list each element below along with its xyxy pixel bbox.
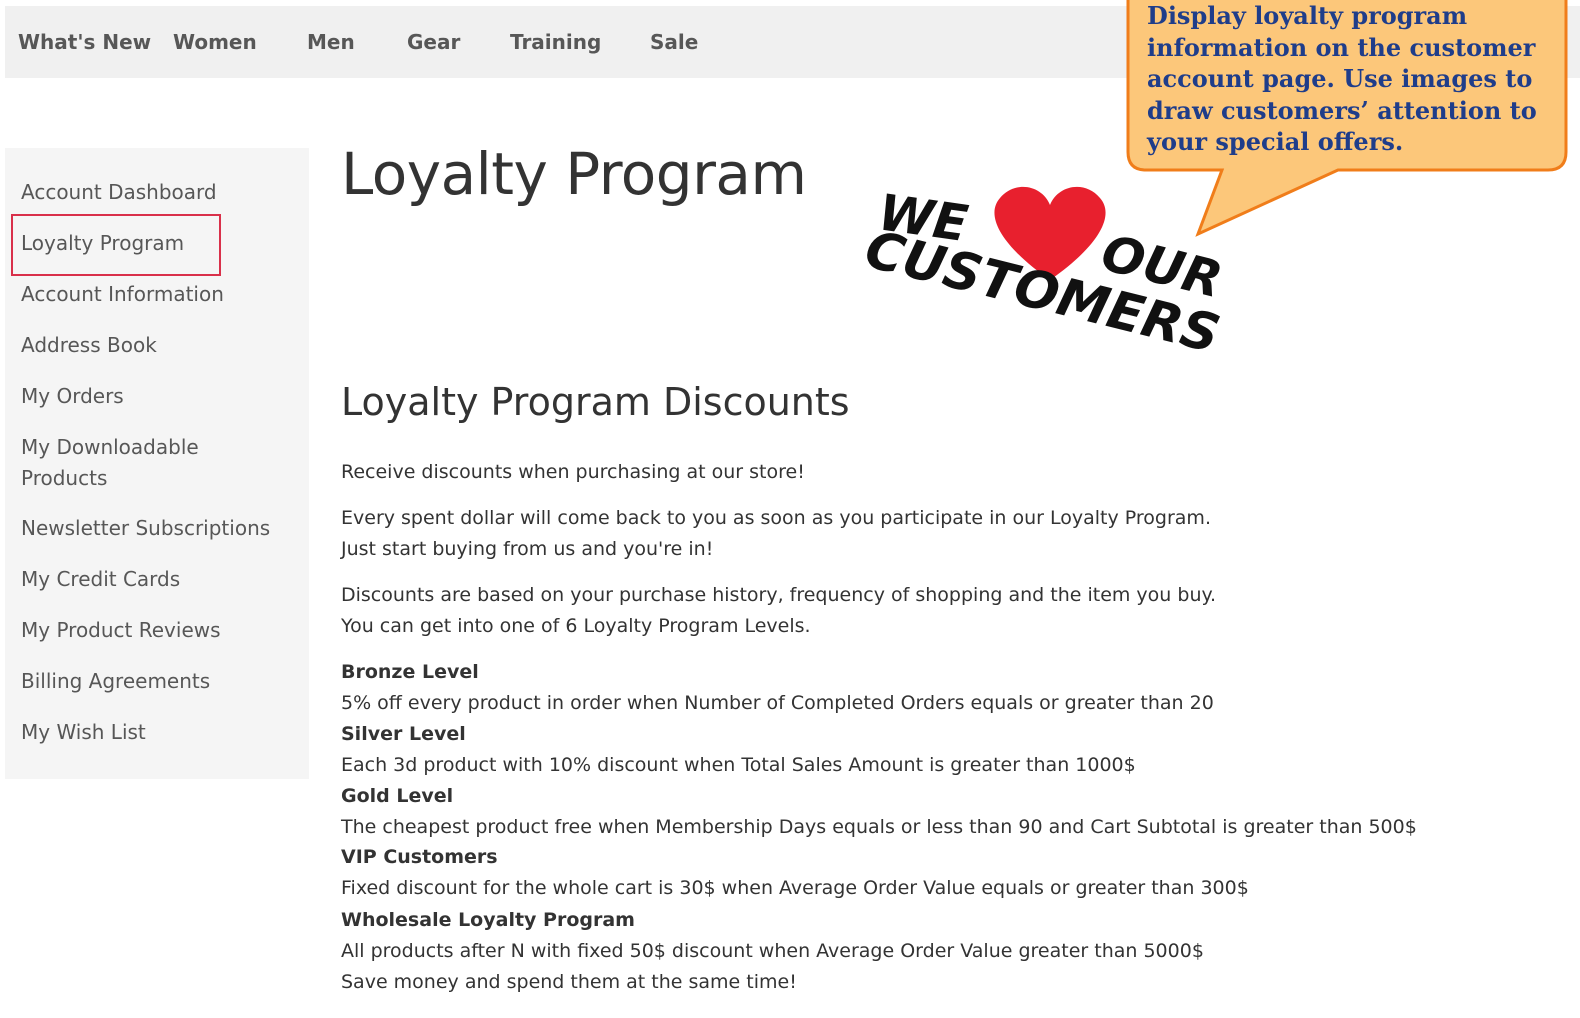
nav-women[interactable]: Women (173, 30, 257, 54)
paragraph-1-line-1: Every spent dollar will come back to you… (341, 507, 1211, 529)
level-name-silver: Silver Level (341, 723, 466, 745)
sidebar-item-my-orders[interactable]: My Orders (21, 381, 291, 412)
section-title: Loyalty Program Discounts (341, 380, 850, 424)
closing-text: Save money and spend them at the same ti… (341, 971, 797, 993)
paragraph-2-line-2: You can get into one of 6 Loyalty Progra… (341, 615, 811, 637)
sidebar-item-my-downloadable-products[interactable]: My Downloadable Products (21, 432, 221, 494)
level-desc-silver: Each 3d product with 10% discount when T… (341, 754, 1136, 776)
we-love-our-customers-image: WE OUR CUSTOMERS (859, 183, 1228, 365)
nav-gear[interactable]: Gear (407, 30, 460, 54)
nav-men[interactable]: Men (307, 30, 355, 54)
level-name-bronze: Bronze Level (341, 661, 479, 683)
sidebar-item-account-dashboard[interactable]: Account Dashboard (21, 177, 291, 208)
level-name-wholesale: Wholesale Loyalty Program (341, 909, 635, 931)
sidebar-item-my-credit-cards[interactable]: My Credit Cards (21, 564, 291, 595)
level-name-gold: Gold Level (341, 785, 454, 807)
paragraph-1-line-2: Just start buying from us and you're in! (341, 538, 714, 560)
level-desc-gold: The cheapest product free when Membershi… (341, 816, 1417, 838)
level-desc-vip: Fixed discount for the whole cart is 30$… (341, 877, 1249, 899)
nav-sale[interactable]: Sale (650, 30, 698, 54)
account-sidebar: Account Dashboard Loyalty Program Accoun… (5, 148, 309, 779)
page-title: Loyalty Program (341, 140, 807, 208)
level-desc-bronze: 5% off every product in order when Numbe… (341, 692, 1214, 714)
sidebar-item-my-product-reviews[interactable]: My Product Reviews (21, 615, 291, 646)
paragraph-2-line-1: Discounts are based on your purchase his… (341, 584, 1217, 606)
sidebar-item-my-wish-list[interactable]: My Wish List (21, 717, 291, 748)
sidebar-item-newsletter-subscriptions[interactable]: Newsletter Subscriptions (21, 513, 291, 544)
sidebar-item-loyalty-program[interactable]: Loyalty Program (21, 228, 291, 259)
sidebar-item-address-book[interactable]: Address Book (21, 330, 291, 361)
intro-text: Receive discounts when purchasing at our… (341, 461, 805, 483)
nav-whats-new[interactable]: What's New (18, 30, 151, 54)
sidebar-item-billing-agreements[interactable]: Billing Agreements (21, 666, 291, 697)
level-desc-wholesale: All products after N with fixed 50$ disc… (341, 940, 1204, 962)
level-name-vip: VIP Customers (341, 846, 498, 868)
nav-training[interactable]: Training (510, 30, 601, 54)
callout-text: Display loyalty program information on t… (1147, 1, 1537, 156)
sidebar-item-account-information[interactable]: Account Information (21, 279, 291, 310)
